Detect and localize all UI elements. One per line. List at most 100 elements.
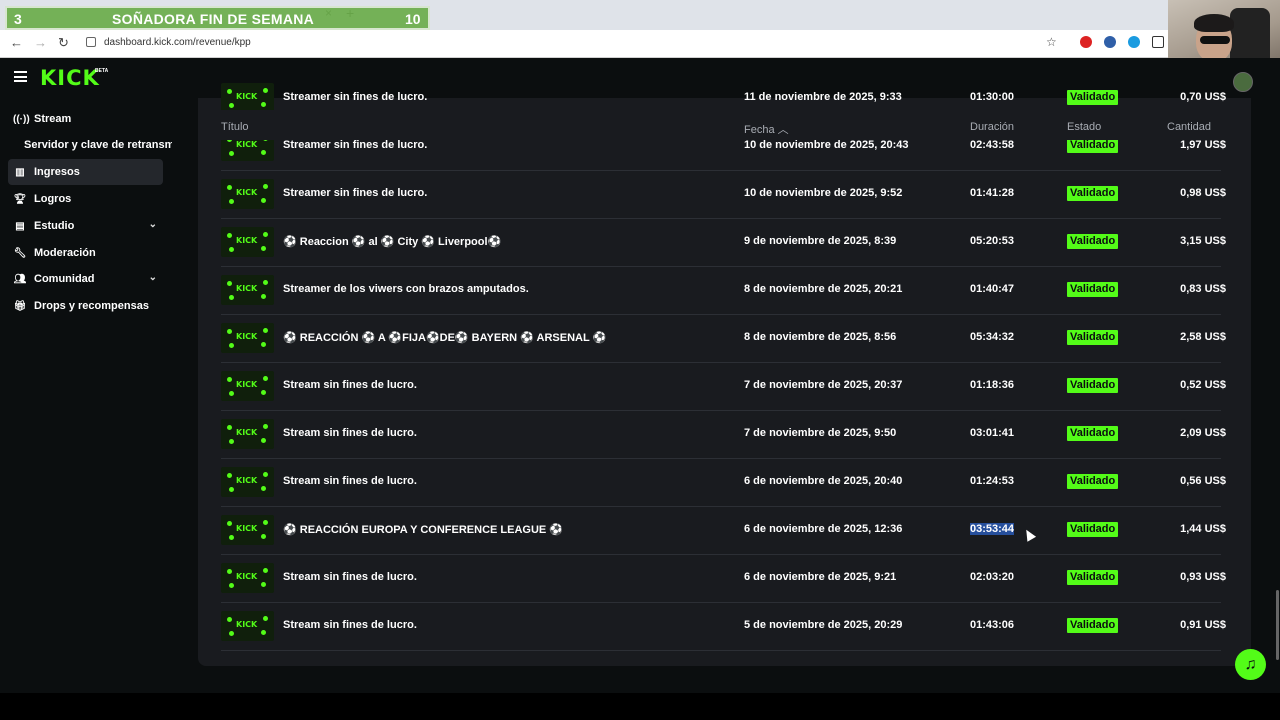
- column-header-amount[interactable]: Cantidad: [1167, 121, 1211, 133]
- chart-icon: ▥: [15, 166, 25, 178]
- stream-thumbnail[interactable]: KICK: [221, 323, 274, 353]
- table-row[interactable]: KICK Streamer sin fines de lucro. 10 de no…: [221, 171, 1226, 219]
- table-row[interactable]: KICK Streamer de los viwers con brazos am…: [221, 267, 1226, 315]
- column-header-date[interactable]: Fecha ︿: [744, 121, 789, 137]
- row-duration: 05:20:53: [970, 235, 1015, 247]
- row-title: Streamer sin fines de lucro.: [283, 139, 428, 151]
- status-badge: Validado: [1067, 474, 1119, 489]
- stream-thumbnail[interactable]: KICK: [221, 275, 274, 305]
- bookmark-star-icon[interactable]: ☆: [1046, 35, 1057, 49]
- sidebar-item-logros[interactable]: 🏆︎ Logros: [8, 186, 163, 212]
- wrench-icon: 🔧︎: [13, 247, 27, 259]
- broadcast-icon: ((·)): [13, 113, 30, 125]
- row-title: Stream sin fines de lucro.: [283, 619, 417, 631]
- sidebar-item-comunidad[interactable]: 👥︎ Comunidad ⌄: [8, 266, 163, 292]
- screen-bottom-bar: [0, 693, 1280, 720]
- sidebar-item-label: Comunidad: [34, 273, 95, 285]
- status-badge: Validado: [1067, 378, 1119, 393]
- sidebar-item-estudio[interactable]: ▤ Estudio ⌄: [8, 213, 163, 239]
- row-date: 10 de noviembre de 2025, 20:43: [744, 139, 909, 151]
- row-date: 11 de noviembre de 2025, 9:33: [744, 91, 902, 103]
- row-duration: 01:40:47: [970, 283, 1015, 295]
- overlay-right-number: 10: [405, 11, 421, 27]
- row-title: Stream sin fines de lucro.: [283, 475, 417, 487]
- sidebar-item-moderacion[interactable]: 🔧︎ Moderación: [8, 240, 163, 266]
- overlay-title: SOÑADORA FIN DE SEMANA: [112, 11, 315, 27]
- reload-icon[interactable]: ↻: [58, 35, 69, 51]
- row-amount: 2,58 US$: [1180, 331, 1226, 343]
- chevron-down-icon[interactable]: ⌄: [149, 272, 157, 283]
- trophy-icon: 🏆︎: [13, 193, 27, 205]
- row-title: Stream sin fines de lucro.: [283, 379, 417, 391]
- column-header-duration[interactable]: Duración: [970, 121, 1014, 133]
- chevron-down-icon[interactable]: ⌄: [149, 219, 157, 230]
- status-badge: Validado: [1067, 282, 1119, 297]
- status-badge: Validado: [1067, 426, 1119, 441]
- kick-logo[interactable]: KICK: [40, 66, 100, 90]
- table-row[interactable]: KICK ⚽ REACCIÓN EUROPA Y CONFERENCE LEAGU…: [221, 507, 1226, 555]
- column-header-status[interactable]: Estado: [1067, 121, 1101, 133]
- stream-thumbnail[interactable]: KICK: [221, 467, 274, 497]
- webcam-hair: [1194, 14, 1234, 32]
- site-info-icon[interactable]: [86, 37, 96, 47]
- row-date: 6 de noviembre de 2025, 20:40: [744, 475, 903, 487]
- menu-icon[interactable]: [14, 71, 27, 82]
- table-row[interactable]: KICK Stream sin fines de lucro. 7 de novie…: [221, 363, 1226, 411]
- headset-icon: ♫: [1244, 655, 1257, 673]
- extension-cyan-icon[interactable]: [1128, 36, 1140, 48]
- row-title: Streamer sin fines de lucro.: [283, 91, 428, 103]
- status-badge: Validado: [1067, 330, 1119, 345]
- row-duration: 02:03:20: [970, 571, 1015, 583]
- status-badge: Validado: [1067, 570, 1119, 585]
- row-amount: 0,83 US$: [1180, 283, 1226, 295]
- table-row[interactable]: KICK Stream sin fines de lucro. 6 de novie…: [221, 459, 1226, 507]
- row-title: Streamer sin fines de lucro.: [283, 187, 428, 199]
- row-title: Stream sin fines de lucro.: [283, 571, 417, 583]
- row-amount: 0,56 US$: [1180, 475, 1226, 487]
- row-date: 6 de noviembre de 2025, 12:36: [744, 523, 903, 535]
- stream-thumbnail[interactable]: KICK: [221, 611, 274, 641]
- row-title: ⚽ REACCIÓN ⚽ A ⚽FIJA⚽DE⚽ BAYERN ⚽ ARSENA…: [283, 332, 607, 344]
- row-amount: 3,15 US$: [1180, 235, 1226, 247]
- row-duration: 03:01:41: [970, 427, 1015, 439]
- row-date: 8 de noviembre de 2025, 8:56: [744, 331, 897, 343]
- extension-red-icon[interactable]: [1080, 36, 1092, 48]
- stream-thumbnail[interactable]: KICK: [221, 179, 274, 209]
- extensions-puzzle-icon[interactable]: [1152, 36, 1164, 48]
- url-field[interactable]: dashboard.kick.com/revenue/kpp: [104, 37, 251, 48]
- stream-thumbnail[interactable]: KICK: [221, 227, 274, 257]
- table-row[interactable]: KICK Stream sin fines de lucro. 5 de novie…: [221, 603, 1226, 651]
- status-badge: Validado: [1067, 186, 1119, 201]
- row-duration: 02:43:58: [970, 139, 1015, 151]
- support-chat-button[interactable]: ♫: [1235, 649, 1266, 680]
- row-duration: 01:30:00: [970, 91, 1015, 103]
- row-amount: 0,98 US$: [1180, 187, 1226, 199]
- row-title: Stream sin fines de lucro.: [283, 427, 417, 439]
- scrollbar[interactable]: [1276, 590, 1279, 660]
- forward-icon[interactable]: →: [34, 35, 47, 50]
- table-row[interactable]: KICK ⚽ Reaccion ⚽ al ⚽ City ⚽ Liverpool⚽ 9…: [221, 219, 1226, 267]
- table-row[interactable]: KICK Stream sin fines de lucro. 6 de novie…: [221, 555, 1226, 603]
- stream-overlay-banner: 3 SOÑADORA FIN DE SEMANA 10: [5, 6, 430, 30]
- stream-thumbnail[interactable]: KICK: [221, 371, 274, 401]
- row-title: Streamer de los viwers con brazos amputa…: [283, 283, 529, 295]
- table-row[interactable]: KICK Stream sin fines de lucro. 7 de novie…: [221, 411, 1226, 459]
- sidebar-item-label: Logros: [34, 193, 72, 205]
- column-header-title[interactable]: Título: [221, 121, 249, 133]
- extension-blue-icon[interactable]: [1104, 36, 1116, 48]
- sidebar-item-server-key[interactable]: Servidor y clave de retransm: [24, 139, 172, 151]
- studio-icon: ▤: [15, 220, 25, 232]
- stream-thumbnail[interactable]: KICK: [221, 419, 274, 449]
- table-row[interactable]: KICK ⚽ REACCIÓN ⚽ A ⚽FIJA⚽DE⚽ BAYERN ⚽ AR…: [221, 315, 1226, 363]
- community-icon: 👥︎: [13, 273, 27, 285]
- stream-thumbnail[interactable]: KICK: [221, 563, 274, 593]
- avatar[interactable]: [1233, 72, 1253, 92]
- sidebar-item-ingresos[interactable]: ▥ Ingresos: [8, 159, 163, 185]
- row-date: 10 de noviembre de 2025, 9:52: [744, 187, 903, 199]
- row-amount: 1,97 US$: [1180, 139, 1226, 151]
- sidebar-item-drops[interactable]: 🎁︎ Drops y recompensas: [8, 293, 163, 319]
- stream-thumbnail[interactable]: KICK: [221, 83, 274, 113]
- back-icon[interactable]: ←: [10, 35, 23, 50]
- sidebar-item-stream[interactable]: ((·)) Stream: [8, 106, 163, 132]
- stream-thumbnail[interactable]: KICK: [221, 515, 274, 545]
